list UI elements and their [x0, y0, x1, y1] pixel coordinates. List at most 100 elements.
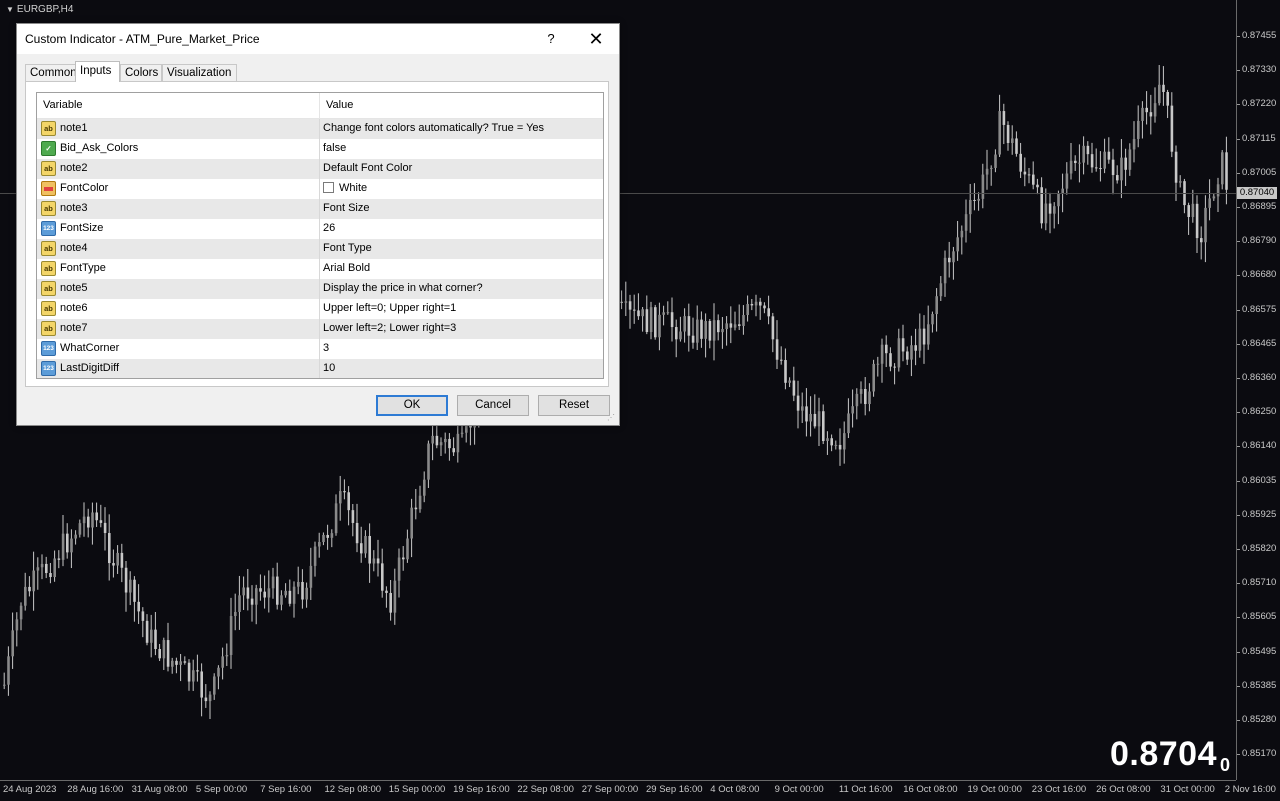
time-tick-label: 12 Sep 08:00 — [324, 784, 382, 795]
price-tick-label: 0.86790 — [1236, 235, 1277, 247]
value-cell[interactable]: Default Font Color — [320, 159, 603, 179]
dialog-titlebar[interactable]: Custom Indicator - ATM_Pure_Market_Price… — [17, 24, 619, 54]
time-tick-label: 7 Sep 16:00 — [260, 784, 312, 795]
tab-visualization[interactable]: Visualization — [162, 64, 237, 81]
variable-cell[interactable]: 123 FontSize — [37, 219, 320, 239]
variable-value: 3 — [323, 342, 330, 354]
input-row-bid-ask-colors[interactable]: ✓ Bid_Ask_Colors false — [37, 139, 603, 159]
resize-grip-icon[interactable]: ⋰ — [607, 413, 617, 423]
price-tick-label: 0.86250 — [1236, 406, 1277, 418]
price-tick-label: 0.87330 — [1236, 64, 1277, 76]
variable-cell[interactable]: ab note3 — [37, 199, 320, 219]
string-type-icon: ab — [41, 121, 56, 136]
time-tick-label: 5 Sep 00:00 — [195, 784, 248, 795]
price-tick-label: 0.87115 — [1237, 132, 1276, 144]
input-row-note3[interactable]: ab note3 Font Size — [37, 199, 603, 219]
price-tick-label: 0.86140 — [1236, 440, 1277, 452]
input-row-note2[interactable]: ab note2 Default Font Color — [37, 159, 603, 179]
time-tick-label: 2 Nov 16:00 — [1224, 784, 1276, 795]
price-tick-label: 0.87005 — [1236, 166, 1277, 178]
cancel-button[interactable]: Cancel — [457, 395, 529, 416]
variable-cell[interactable]: FontColor — [37, 179, 320, 199]
input-row-whatcorner[interactable]: 123 WhatCorner 3 — [37, 339, 603, 359]
input-row-note6[interactable]: ab note6 Upper left=0; Upper right=1 — [37, 299, 603, 319]
integer-type-icon: 123 — [41, 341, 56, 356]
value-cell[interactable]: Display the price in what corner? — [320, 279, 603, 299]
value-cell[interactable]: Font Type — [320, 239, 603, 259]
variable-cell[interactable]: ab note2 — [37, 159, 320, 179]
time-tick-label: 29 Sep 16:00 — [646, 784, 703, 795]
input-row-fonttype[interactable]: ab FontType Arial Bold — [37, 259, 603, 279]
input-row-lastdigitdiff[interactable]: 123 LastDigitDiff 10 — [37, 359, 603, 378]
value-cell[interactable]: Upper left=0; Upper right=1 — [320, 299, 603, 319]
price-tick-label: 0.86360 — [1236, 372, 1277, 383]
time-tick-label: 31 Aug 08:00 — [131, 784, 188, 795]
reset-button[interactable]: Reset — [538, 395, 610, 416]
price-tick-label: 0.85385 — [1236, 679, 1277, 691]
value-cell[interactable]: 26 — [320, 219, 603, 239]
inputs-tab-panel: Variable Value ab note1 Change font colors… — [25, 81, 609, 387]
value-cell[interactable]: White — [320, 179, 603, 199]
price-axis[interactable]: 0.87455 0.87330 0.87220 0.87115 0.87005 0.868… — [1236, 0, 1280, 780]
string-type-icon: ab — [41, 261, 56, 276]
current-price-marker: 0.87040 — [1237, 187, 1277, 199]
color-swatch[interactable] — [323, 182, 334, 193]
time-tick-label: 26 Oct 08:00 — [1096, 784, 1151, 795]
value-cell[interactable]: 10 — [320, 359, 603, 378]
variable-cell[interactable]: ab note1 — [37, 119, 320, 139]
value-cell[interactable]: Lower left=2; Lower right=3 — [320, 319, 603, 339]
tab-inputs[interactable]: Inputs — [75, 61, 120, 82]
variable-cell[interactable]: ab note6 — [37, 299, 320, 319]
input-row-note1[interactable]: ab note1 Change font colors automatically?… — [37, 119, 603, 139]
input-row-note5[interactable]: ab note5 Display the price in what corner? — [37, 279, 603, 299]
time-tick-label: 27 Sep 00:00 — [581, 784, 639, 795]
bool-type-icon: ✓ — [41, 141, 56, 156]
time-tick-label: 19 Sep 16:00 — [453, 784, 510, 795]
input-row-note7[interactable]: ab note7 Lower left=2; Lower right=3 — [37, 319, 603, 339]
value-cell[interactable]: false — [320, 139, 603, 159]
chart-menu-triangle-icon[interactable]: ▼ — [6, 5, 14, 14]
variable-cell[interactable]: 123 WhatCorner — [37, 339, 320, 359]
variable-cell[interactable]: ab note7 — [37, 319, 320, 339]
column-header-variable[interactable]: Variable — [37, 93, 320, 118]
string-type-icon: ab — [41, 301, 56, 316]
string-type-icon: ab — [41, 201, 56, 216]
variable-cell[interactable]: ab note5 — [37, 279, 320, 299]
value-cell[interactable]: Arial Bold — [320, 259, 603, 279]
color-type-icon — [41, 181, 56, 196]
variable-cell[interactable]: 123 LastDigitDiff — [37, 359, 320, 378]
tab-common[interactable]: Common — [25, 64, 77, 81]
variable-name: LastDigitDiff — [60, 362, 120, 374]
time-tick-label: 16 Oct 08:00 — [903, 784, 958, 795]
tab-colors[interactable]: Colors — [120, 64, 162, 81]
help-button[interactable]: ? — [539, 29, 563, 49]
time-tick-label: 24 Aug 2023 — [3, 784, 57, 795]
variable-cell[interactable]: ab note4 — [37, 239, 320, 259]
close-button[interactable]: ✕ — [583, 28, 609, 50]
variable-value: Display the price in what corner? — [323, 282, 483, 294]
price-tick-label: 0.85605 — [1236, 611, 1277, 623]
value-cell[interactable]: Font Size — [320, 199, 603, 219]
big-price-last-digit: 0 — [1220, 755, 1231, 775]
value-cell[interactable]: Change font colors automatically? True =… — [320, 119, 603, 139]
variable-name: note6 — [60, 302, 88, 314]
column-header-value[interactable]: Value — [320, 93, 603, 118]
variable-name: FontColor — [60, 182, 109, 194]
variable-name: note5 — [60, 282, 88, 294]
string-type-icon: ab — [41, 241, 56, 256]
input-row-fontcolor[interactable]: FontColor White — [37, 179, 603, 199]
ok-button[interactable]: OK — [376, 395, 448, 416]
time-tick-label: 9 Oct 00:00 — [774, 784, 824, 795]
variable-value: White — [339, 182, 368, 194]
time-tick-label: 15 Sep 00:00 — [388, 784, 446, 795]
variable-name: FontSize — [60, 222, 104, 234]
input-row-note4[interactable]: ab note4 Font Type — [37, 239, 603, 259]
variable-value: 26 — [323, 222, 336, 234]
time-axis[interactable]: 24 Aug 2023 28 Aug 16:00 31 Aug 08:00 5 Sep… — [0, 780, 1276, 801]
variable-value: Change font colors automatically? True =… — [323, 122, 545, 134]
input-row-fontsize[interactable]: 123 FontSize 26 — [37, 219, 603, 239]
variable-cell[interactable]: ab FontType — [37, 259, 320, 279]
value-cell[interactable]: 3 — [320, 339, 603, 359]
variable-cell[interactable]: ✓ Bid_Ask_Colors — [37, 139, 320, 159]
string-type-icon: ab — [41, 321, 56, 336]
